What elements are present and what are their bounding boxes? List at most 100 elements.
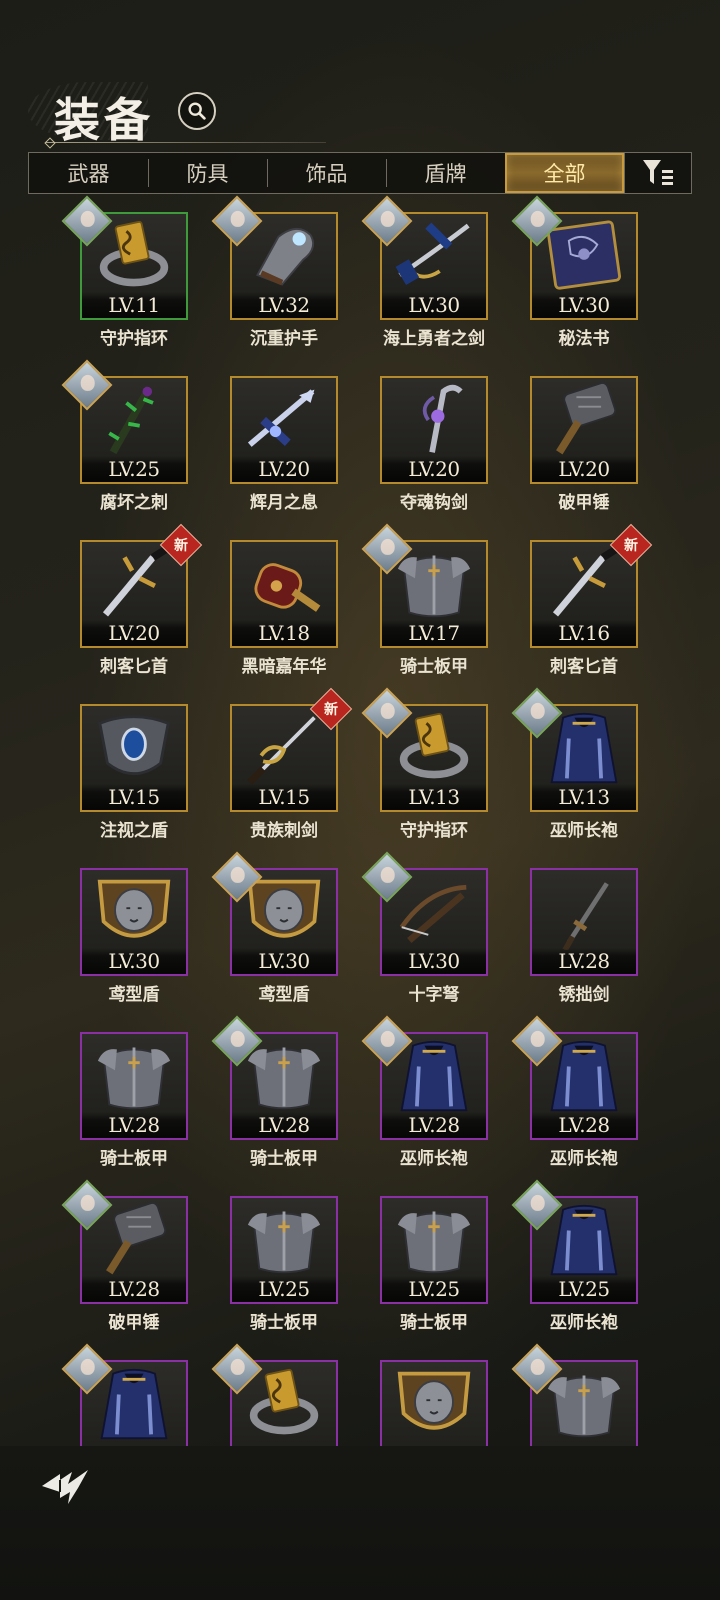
item-level: LV.32 <box>232 292 336 318</box>
equipment-slot[interactable]: LV.25 骑士板甲 <box>230 1196 338 1333</box>
lion-shield-icon <box>97 879 171 938</box>
item-name: 腐坏之刺 <box>100 493 168 513</box>
equipment-slot[interactable]: LV.13 守护指环 <box>361 687 488 841</box>
item-frame: LV.28 <box>80 1032 188 1140</box>
item-name: 秘法书 <box>558 329 610 349</box>
item-level: LV.20 <box>532 456 636 482</box>
item-name: 黑暗嘉年华 <box>241 657 327 677</box>
item-level: LV.30 <box>232 948 336 974</box>
item-name: 骑士板甲 <box>400 657 468 677</box>
category-tabs: 武器 防具 饰品 盾牌 全部 <box>28 152 692 194</box>
item-level: LV.25 <box>232 1276 336 1302</box>
item-name: 刺客匕首 <box>100 657 168 677</box>
equipment-slot[interactable]: LV.20 破甲锤 <box>530 376 638 513</box>
item-name: 巫师长袍 <box>550 821 618 841</box>
equipment-slot[interactable]: LV.30 秘法书 <box>511 195 638 349</box>
item-name: 海上勇者之剑 <box>383 329 485 349</box>
item-name: 守护指环 <box>100 329 168 349</box>
bottom-bar <box>0 1446 720 1600</box>
item-level: LV.28 <box>82 1112 186 1138</box>
item-level: LV.13 <box>532 784 636 810</box>
search-icon <box>188 102 206 120</box>
plate-armor-icon <box>397 1211 471 1274</box>
item-level: LV.28 <box>532 1112 636 1138</box>
equipment-slot[interactable]: LV.28 巫师长袍 <box>361 1015 488 1169</box>
equipment-slot[interactable]: LV.30 鸢型盾 <box>80 868 188 1005</box>
equipment-slot[interactable]: LV.13 巫师长袍 <box>511 687 638 841</box>
equipment-slot[interactable]: LV.28 骑士板甲 <box>211 1015 338 1169</box>
item-name: 骑士板甲 <box>400 1313 468 1333</box>
item-level: LV.15 <box>82 784 186 810</box>
mace-icon <box>254 563 321 612</box>
item-level: LV.20 <box>382 456 486 482</box>
tab-armor[interactable]: 防具 <box>148 153 267 193</box>
item-level: LV.30 <box>532 292 636 318</box>
item-name: 巫师长袍 <box>400 1149 468 1169</box>
equipment-slot[interactable]: LV.30 海上勇者之剑 <box>361 195 488 349</box>
back-button[interactable] <box>38 1466 94 1506</box>
equipment-slot[interactable]: LV.20 夺魂钩剑 <box>380 376 488 513</box>
page-title: 装备 <box>54 93 154 147</box>
sort-filter-button[interactable] <box>624 153 691 193</box>
hammer-icon <box>556 382 617 455</box>
item-name: 骑士板甲 <box>250 1313 318 1333</box>
back-arrow-icon <box>42 1470 88 1504</box>
tab-all[interactable]: 全部 <box>505 153 624 193</box>
equipment-slot[interactable]: LV.28 破甲锤 <box>61 1179 188 1333</box>
item-frame: LV.20 <box>230 376 338 484</box>
item-frame: LV.18 <box>230 540 338 648</box>
item-name: 鸢型盾 <box>258 985 310 1005</box>
equipment-slot[interactable]: LV.28 锈拙剑 <box>530 868 638 1005</box>
item-name: 破甲锤 <box>108 1313 160 1333</box>
item-level: LV.11 <box>82 292 186 318</box>
item-level: LV.13 <box>382 784 486 810</box>
item-frame: LV.25 <box>380 1196 488 1304</box>
item-level: LV.25 <box>382 1276 486 1302</box>
equipment-slot[interactable]: LV.11 守护指环 <box>61 195 188 349</box>
tab-weapons[interactable]: 武器 <box>29 153 148 193</box>
equipment-slot[interactable]: LV.25 腐坏之刺 <box>61 359 188 513</box>
item-name: 刺客匕首 <box>550 657 618 677</box>
equipment-grid: LV.11 守护指环 LV.32 沉重护手 LV.30 海上勇者之剑 LV.30 秘法书 LV.… <box>61 195 653 1468</box>
item-name: 骑士板甲 <box>250 1149 318 1169</box>
item-level: LV.30 <box>382 292 486 318</box>
equipment-slot[interactable]: LV.15 新贵族刺剑 <box>230 687 353 841</box>
item-name: 破甲锤 <box>558 493 610 513</box>
equipment-slot[interactable]: LV.15 注视之盾 <box>80 704 188 841</box>
equipment-slot[interactable]: LV.16 新刺客匕首 <box>530 523 653 677</box>
title-divider <box>46 142 326 143</box>
item-name: 十字弩 <box>408 985 460 1005</box>
equipment-slot[interactable]: LV.18 黑暗嘉年华 <box>230 540 338 677</box>
dagger-icon <box>552 546 621 617</box>
item-level: LV.16 <box>532 620 636 646</box>
equipment-slot[interactable]: LV.20 辉月之息 <box>230 376 338 513</box>
equipment-slot[interactable]: LV.25 骑士板甲 <box>380 1196 488 1333</box>
rapier-icon <box>247 716 316 785</box>
item-frame: LV.30 <box>80 868 188 976</box>
equipment-slot[interactable]: LV.25 巫师长袍 <box>511 1179 638 1333</box>
tab-shields[interactable]: 盾牌 <box>386 153 505 193</box>
equipment-slot[interactable]: LV.28 巫师长袍 <box>511 1015 638 1169</box>
item-frame: LV.28 <box>530 868 638 976</box>
equipment-slot[interactable]: LV.32 沉重护手 <box>211 195 338 349</box>
item-level: LV.25 <box>532 1276 636 1302</box>
item-name: 巫师长袍 <box>550 1313 618 1333</box>
item-frame: LV.15 <box>80 704 188 812</box>
search-button[interactable] <box>178 92 216 130</box>
equipment-slot[interactable]: LV.30 十字弩 <box>361 851 488 1005</box>
item-level: LV.15 <box>232 784 336 810</box>
item-name: 鸢型盾 <box>108 985 160 1005</box>
equipment-slot[interactable]: LV.28 骑士板甲 <box>80 1032 188 1169</box>
item-level: LV.30 <box>82 948 186 974</box>
equipment-slot[interactable]: LV.17 骑士板甲 <box>361 523 488 677</box>
item-name: 沉重护手 <box>250 329 318 349</box>
item-level: LV.18 <box>232 620 336 646</box>
item-level: LV.28 <box>82 1276 186 1302</box>
equipment-slot[interactable]: LV.20 新刺客匕首 <box>80 523 203 677</box>
item-frame: LV.20 <box>380 376 488 484</box>
equipment-slot[interactable]: LV.30 鸢型盾 <box>211 851 338 1005</box>
item-level: LV.28 <box>532 948 636 974</box>
item-level: LV.30 <box>382 948 486 974</box>
new-badge-label: 新 <box>174 538 188 554</box>
tab-accessories[interactable]: 饰品 <box>267 153 386 193</box>
